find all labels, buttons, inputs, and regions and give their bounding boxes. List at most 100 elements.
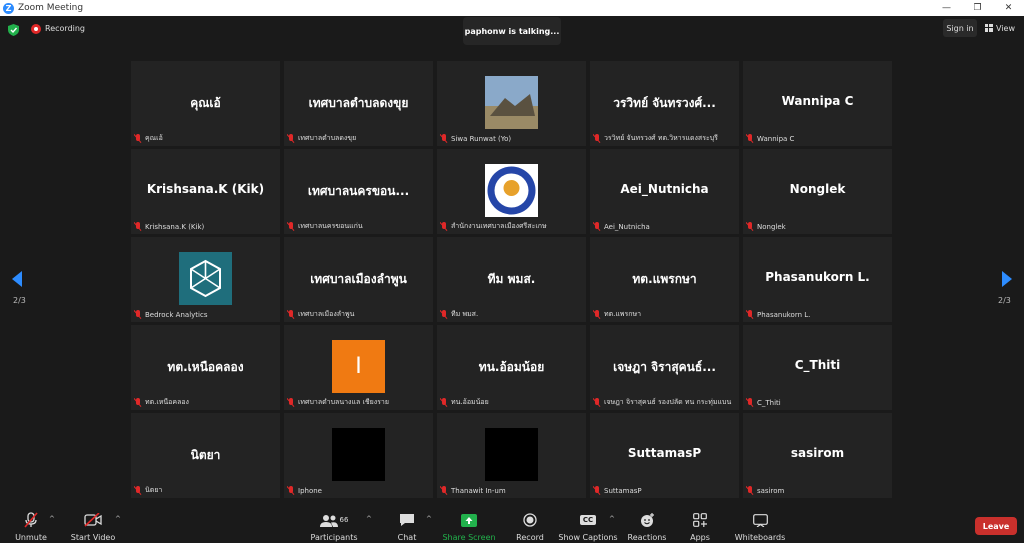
- mic-muted-icon: [593, 310, 601, 319]
- participant-display-name: วรวิทย์ จันทรวงศ์...: [613, 96, 716, 110]
- whiteboard-icon: [752, 511, 768, 529]
- participant-tile[interactable]: คุณเอ้ คุณเอ้: [131, 61, 280, 146]
- participant-name-bar: SuttamasP: [593, 485, 736, 496]
- mic-muted-icon: [287, 486, 295, 495]
- participant-video-black: [485, 428, 538, 481]
- mic-muted-icon: [593, 486, 601, 495]
- audio-options-chevron-icon[interactable]: ^: [49, 515, 55, 523]
- participant-tile[interactable]: Phasanukorn L. Phasanukorn L.: [743, 237, 892, 322]
- participant-tile[interactable]: สำนักงานเทศบาลเมืองศรีสะเกษ: [437, 149, 586, 234]
- mic-muted-icon: [746, 486, 754, 495]
- participant-tile[interactable]: ทีม พมส. ทีม พมส.: [437, 237, 586, 322]
- show-captions-button[interactable]: CC Show Captions: [558, 511, 618, 543]
- participant-tile[interactable]: Aei_Nutnicha Aei_Nutnicha: [590, 149, 739, 234]
- record-label: Record: [516, 533, 544, 542]
- mic-muted-icon: [134, 222, 142, 231]
- chat-icon: [399, 511, 415, 529]
- sign-in-button[interactable]: Sign in: [943, 19, 977, 37]
- show-captions-label: Show Captions: [558, 533, 618, 542]
- mic-muted-icon: [287, 134, 295, 143]
- participant-tile[interactable]: วรวิทย์ จันทรวงศ์... วรวิทย์ จันทรวงศ์ ทต…: [590, 61, 739, 146]
- whiteboards-button[interactable]: Whiteboards: [735, 511, 785, 543]
- participant-name-bar: เทศบาลตำบลนางแล เชียงราย: [287, 397, 430, 408]
- participant-name: ทต.แพรกษา: [604, 310, 642, 318]
- page-indicator-left: 2/3: [13, 296, 26, 305]
- close-icon[interactable]: ✕: [993, 0, 1024, 16]
- mic-muted-icon: [24, 511, 38, 529]
- start-video-button[interactable]: Start Video: [70, 511, 116, 543]
- participant-tile[interactable]: ทต.แพรกษา ทต.แพรกษา: [590, 237, 739, 322]
- participant-tile[interactable]: Nonglek Nonglek: [743, 149, 892, 234]
- participant-name-bar: Krishsana.K (Kik): [134, 221, 277, 232]
- participant-display-name: ทน.อ้อมน้อย: [478, 360, 545, 374]
- reactions-button[interactable]: Reactions: [627, 511, 667, 543]
- apps-button[interactable]: Apps: [686, 511, 714, 543]
- participant-photo: [485, 76, 538, 129]
- captions-options-chevron-icon[interactable]: ^: [609, 515, 615, 523]
- participant-tile[interactable]: C_Thiti C_Thiti: [743, 325, 892, 410]
- active-speaker-banner: paphonw is talking...: [463, 17, 561, 45]
- security-shield-icon[interactable]: [8, 24, 19, 36]
- mic-muted-icon: [746, 398, 754, 407]
- participant-tile[interactable]: เทศบาลเมืองลำพูน เทศบาลเมืองลำพูน: [284, 237, 433, 322]
- participant-name: Siwa Runwat (Yo): [451, 134, 512, 143]
- unmute-button[interactable]: Unmute: [14, 511, 48, 543]
- participant-tile[interactable]: ทต.เหนือคลอง ทต.เหนือคลอง: [131, 325, 280, 410]
- participant-display-name: นิตยา: [190, 448, 221, 462]
- maximize-icon[interactable]: ❐: [962, 0, 993, 16]
- minimize-icon[interactable]: —: [931, 0, 962, 16]
- participant-tile[interactable]: เจษฎา จิราสุคนธ์... เจษฎา จิราสุคนธ์ รองป…: [590, 325, 739, 410]
- participant-display-name: เทศบาลตำบลดงขุย: [308, 96, 409, 110]
- participant-name-bar: C_Thiti: [746, 397, 889, 408]
- participant-tile[interactable]: Krishsana.K (Kik) Krishsana.K (Kik): [131, 149, 280, 234]
- participant-tile[interactable]: I เทศบาลตำบลนางแล เชียงราย: [284, 325, 433, 410]
- page-indicator-right: 2/3: [998, 296, 1011, 305]
- participant-name-bar: ทต.เหนือคลอง: [134, 397, 277, 408]
- participants-options-chevron-icon[interactable]: ^: [366, 515, 372, 523]
- participant-tile[interactable]: Thanawit In-um: [437, 413, 586, 498]
- participant-name: เทศบาลเมืองลำพูน: [298, 310, 355, 318]
- share-screen-button[interactable]: Share Screen: [442, 511, 496, 543]
- mic-muted-icon: [134, 398, 142, 407]
- participant-name: เทศบาลนครขอนแก่น: [298, 222, 363, 230]
- chat-button[interactable]: Chat: [392, 511, 422, 543]
- participant-name-bar: Siwa Runwat (Yo): [440, 133, 583, 144]
- leave-button[interactable]: Leave: [975, 517, 1017, 535]
- participant-display-name: เจษฎา จิราสุคนธ์...: [613, 360, 716, 374]
- participant-tile[interactable]: Iphone: [284, 413, 433, 498]
- participant-tile[interactable]: เทศบาลนครขอน... เทศบาลนครขอนแก่น: [284, 149, 433, 234]
- participant-tile[interactable]: ทน.อ้อมน้อย ทน.อ้อมน้อย: [437, 325, 586, 410]
- participant-display-name: ทีม พมส.: [487, 272, 536, 286]
- participants-icon: [319, 514, 338, 527]
- view-label: View: [996, 23, 1015, 33]
- captions-icon-wrap: CC: [579, 511, 597, 529]
- participant-tile[interactable]: Wannipa C Wannipa C: [743, 61, 892, 146]
- mic-muted-icon: [134, 134, 142, 143]
- participant-tile[interactable]: เทศบาลตำบลดงขุย เทศบาลตำบลดงขุย: [284, 61, 433, 146]
- prev-page-arrow-icon[interactable]: [12, 271, 22, 287]
- participant-display-name: ทต.เหนือคลอง: [167, 360, 244, 374]
- participant-avatar: I: [332, 340, 385, 393]
- mic-muted-icon: [593, 134, 601, 143]
- video-options-chevron-icon[interactable]: ^: [115, 515, 121, 523]
- mic-muted-icon: [440, 398, 448, 407]
- grid-view-icon: [985, 24, 993, 32]
- participant-tile[interactable]: นิตยา นิตยา: [131, 413, 280, 498]
- participant-name: Bedrock Analytics: [145, 310, 208, 319]
- mic-muted-icon: [593, 222, 601, 231]
- view-button[interactable]: View: [982, 19, 1018, 37]
- participants-button[interactable]: 66 Participants: [311, 511, 358, 543]
- participant-name: ทน.อ้อมน้อย: [451, 398, 489, 406]
- participant-tile[interactable]: Bedrock Analytics: [131, 237, 280, 322]
- next-page-arrow-icon[interactable]: [1002, 271, 1012, 287]
- participant-tile[interactable]: Siwa Runwat (Yo): [437, 61, 586, 146]
- participant-name: Nonglek: [757, 222, 786, 231]
- participant-name-bar: นิตยา: [134, 485, 277, 496]
- participant-name-bar: สำนักงานเทศบาลเมืองศรีสะเกษ: [440, 221, 583, 232]
- municipality-seal-logo: [485, 164, 538, 217]
- participant-tile[interactable]: SuttamasP SuttamasP: [590, 413, 739, 498]
- participant-tile[interactable]: sasirom sasirom: [743, 413, 892, 498]
- window-controls: — ❐ ✕: [931, 0, 1024, 16]
- record-button[interactable]: Record: [513, 511, 547, 543]
- chat-options-chevron-icon[interactable]: ^: [426, 515, 432, 523]
